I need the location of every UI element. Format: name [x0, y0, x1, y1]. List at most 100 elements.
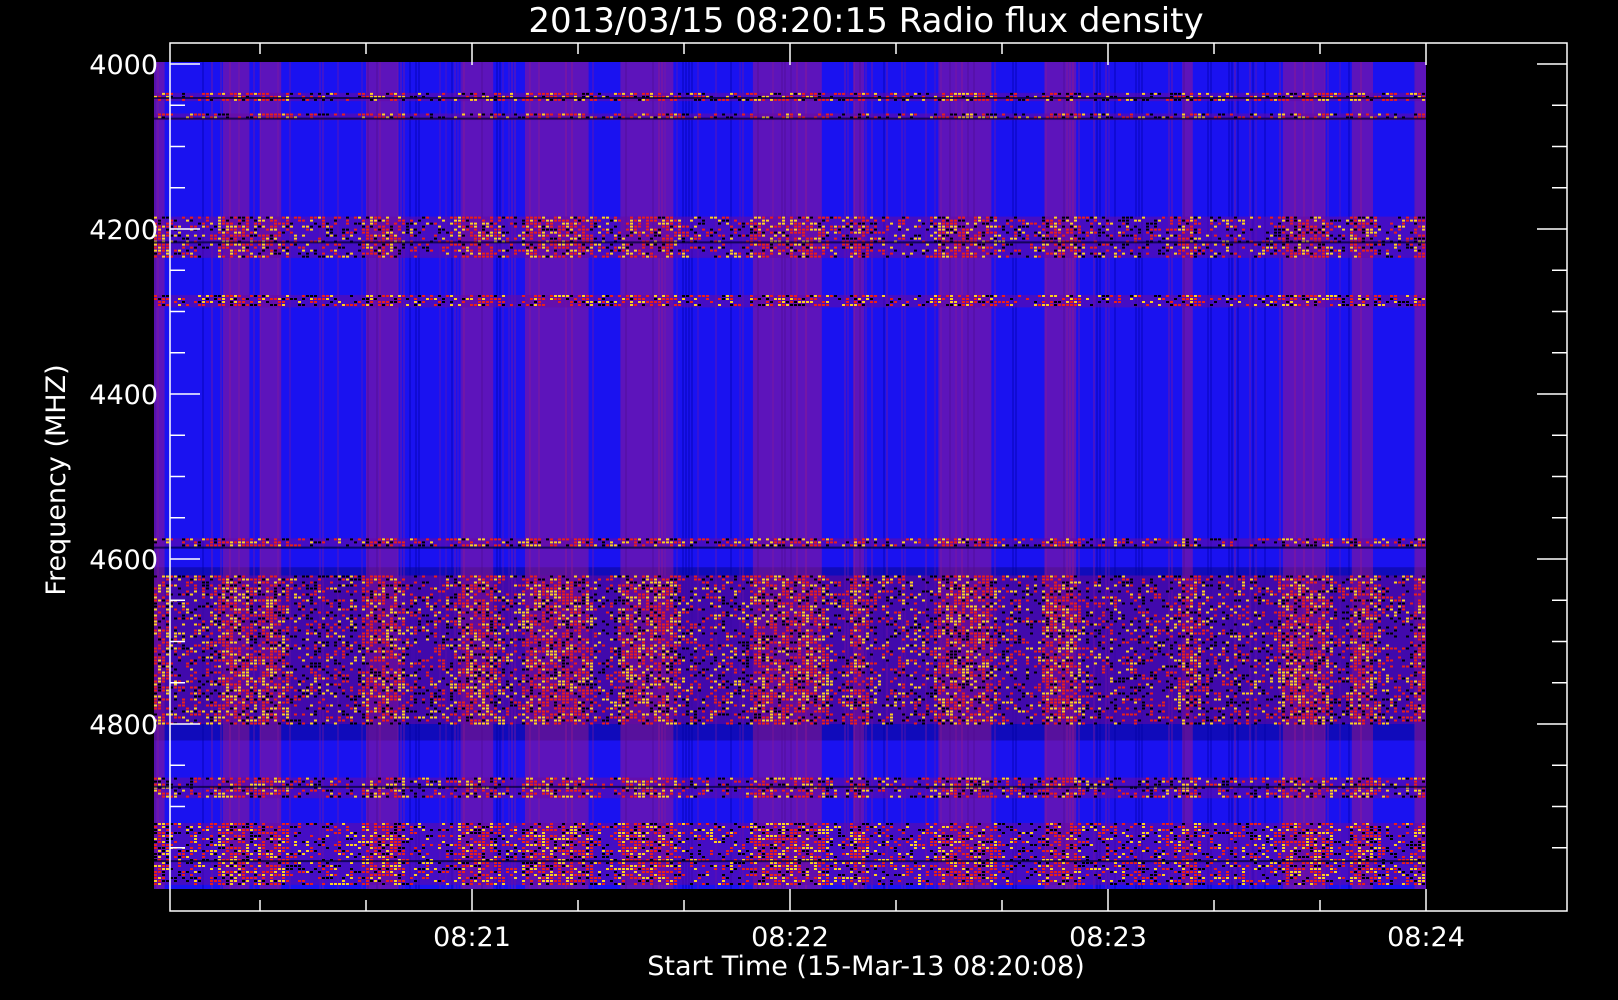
heatmap-speckle [218, 237, 221, 240]
heatmap-speckle [618, 304, 621, 306]
heatmap-speckle [430, 98, 433, 101]
heatmap-speckle [886, 538, 889, 541]
heatmap-speckle [1318, 243, 1321, 246]
heatmap-speckle [1062, 575, 1065, 578]
heatmap-speckle [1414, 216, 1417, 219]
heatmap-speckle [450, 544, 453, 547]
heatmap-speckle [1194, 252, 1197, 255]
heatmap-speckle [462, 243, 465, 246]
heatmap-speckle [710, 234, 713, 237]
heatmap-streak [883, 62, 885, 889]
heatmap-speckle [634, 575, 637, 578]
heatmap-speckle [958, 92, 961, 95]
heatmap-speckle [502, 304, 505, 306]
heatmap-speckle [414, 304, 417, 306]
heatmap-speckle [274, 225, 277, 228]
heatmap-speckle [1294, 237, 1297, 240]
heatmap-speckle [1258, 298, 1261, 300]
heatmap-speckle [218, 92, 221, 95]
heatmap-speckle [662, 304, 665, 306]
heatmap-speckle [1418, 544, 1421, 547]
heatmap-speckle [1306, 246, 1309, 249]
heatmap-speckle [686, 575, 689, 578]
heatmap-speckle [898, 237, 901, 240]
heatmap-speckle [942, 113, 945, 116]
heatmap-speckle [582, 538, 585, 541]
heatmap-speckle [854, 216, 857, 219]
heatmap-speckle [642, 304, 645, 306]
heatmap-speckle [950, 225, 953, 228]
heatmap-speckle [1174, 298, 1177, 300]
heatmap-speckle [842, 234, 845, 237]
heatmap-speckle [302, 538, 305, 541]
heatmap-speckle [858, 231, 861, 234]
heatmap-speckle [286, 252, 289, 255]
heatmap-speckle [246, 222, 249, 225]
heatmap-speckle [166, 538, 169, 541]
heatmap-speckle [966, 301, 969, 303]
heatmap-streak [1141, 62, 1143, 889]
heatmap-speckle [394, 578, 397, 581]
heatmap-speckle [478, 538, 481, 541]
heatmap-speckle [1182, 298, 1185, 300]
heatmap-speckle [374, 252, 377, 255]
heatmap-speckle [830, 228, 833, 231]
heatmap-speckle [1282, 228, 1285, 231]
heatmap-speckle [862, 222, 865, 225]
heatmap-speckle [906, 243, 909, 246]
heatmap-speckle [870, 246, 873, 249]
heatmap-speckle [974, 255, 977, 258]
heatmap-speckle [1346, 222, 1349, 225]
heatmap-speckle [194, 225, 197, 228]
heatmap-speckle [1326, 575, 1329, 578]
heatmap-speckle [530, 113, 533, 116]
heatmap-speckle [438, 98, 441, 101]
heatmap-streak [508, 62, 510, 889]
heatmap-speckle [346, 255, 349, 258]
heatmap-speckle [1018, 575, 1021, 578]
heatmap-speckle [414, 228, 417, 231]
heatmap-speckle [486, 301, 489, 303]
heatmap-speckle [346, 575, 349, 578]
heatmap-speckle [230, 304, 233, 306]
heatmap-speckle [698, 222, 701, 225]
heatmap-speckle [1126, 98, 1129, 101]
heatmap-speckle [1054, 216, 1057, 219]
heatmap-speckle [1186, 578, 1189, 581]
heatmap-speckle [538, 234, 541, 237]
heatmap-speckle [570, 92, 573, 95]
heatmap-speckle [706, 231, 709, 234]
heatmap-speckle [818, 222, 821, 225]
heatmap-speckle [590, 237, 593, 240]
heatmap-speckle [534, 231, 537, 234]
heatmap-speckle [530, 237, 533, 240]
heatmap-speckle [402, 219, 405, 222]
heatmap-speckle [210, 575, 213, 578]
heatmap-speckle [650, 246, 653, 249]
heatmap-speckle [542, 219, 545, 222]
heatmap-speckle [1242, 246, 1245, 249]
heatmap-speckle [782, 216, 785, 219]
heatmap-speckle [1302, 578, 1305, 581]
heatmap-speckle [590, 234, 593, 237]
heatmap-speckle [1174, 92, 1177, 95]
heatmap-speckle [1250, 113, 1253, 116]
heatmap-speckle [790, 92, 793, 95]
heatmap-speckle [610, 304, 613, 306]
heatmap-speckle [1274, 234, 1277, 237]
heatmap-speckle [970, 243, 973, 246]
heatmap-speckle [886, 228, 889, 231]
heatmap-speckle [430, 249, 433, 252]
heatmap-speckle [1422, 252, 1425, 255]
heatmap-speckle [1362, 304, 1365, 306]
heatmap-speckle [646, 219, 649, 222]
heatmap-speckle [230, 541, 233, 544]
heatmap-speckle [774, 538, 777, 541]
heatmap-speckle [614, 301, 617, 303]
heatmap-speckle [1182, 237, 1185, 240]
heatmap-speckle [454, 243, 457, 246]
heatmap-speckle [1414, 92, 1417, 95]
heatmap-speckle [710, 231, 713, 234]
heatmap-speckle [1010, 92, 1013, 95]
heatmap-speckle [1270, 234, 1273, 237]
